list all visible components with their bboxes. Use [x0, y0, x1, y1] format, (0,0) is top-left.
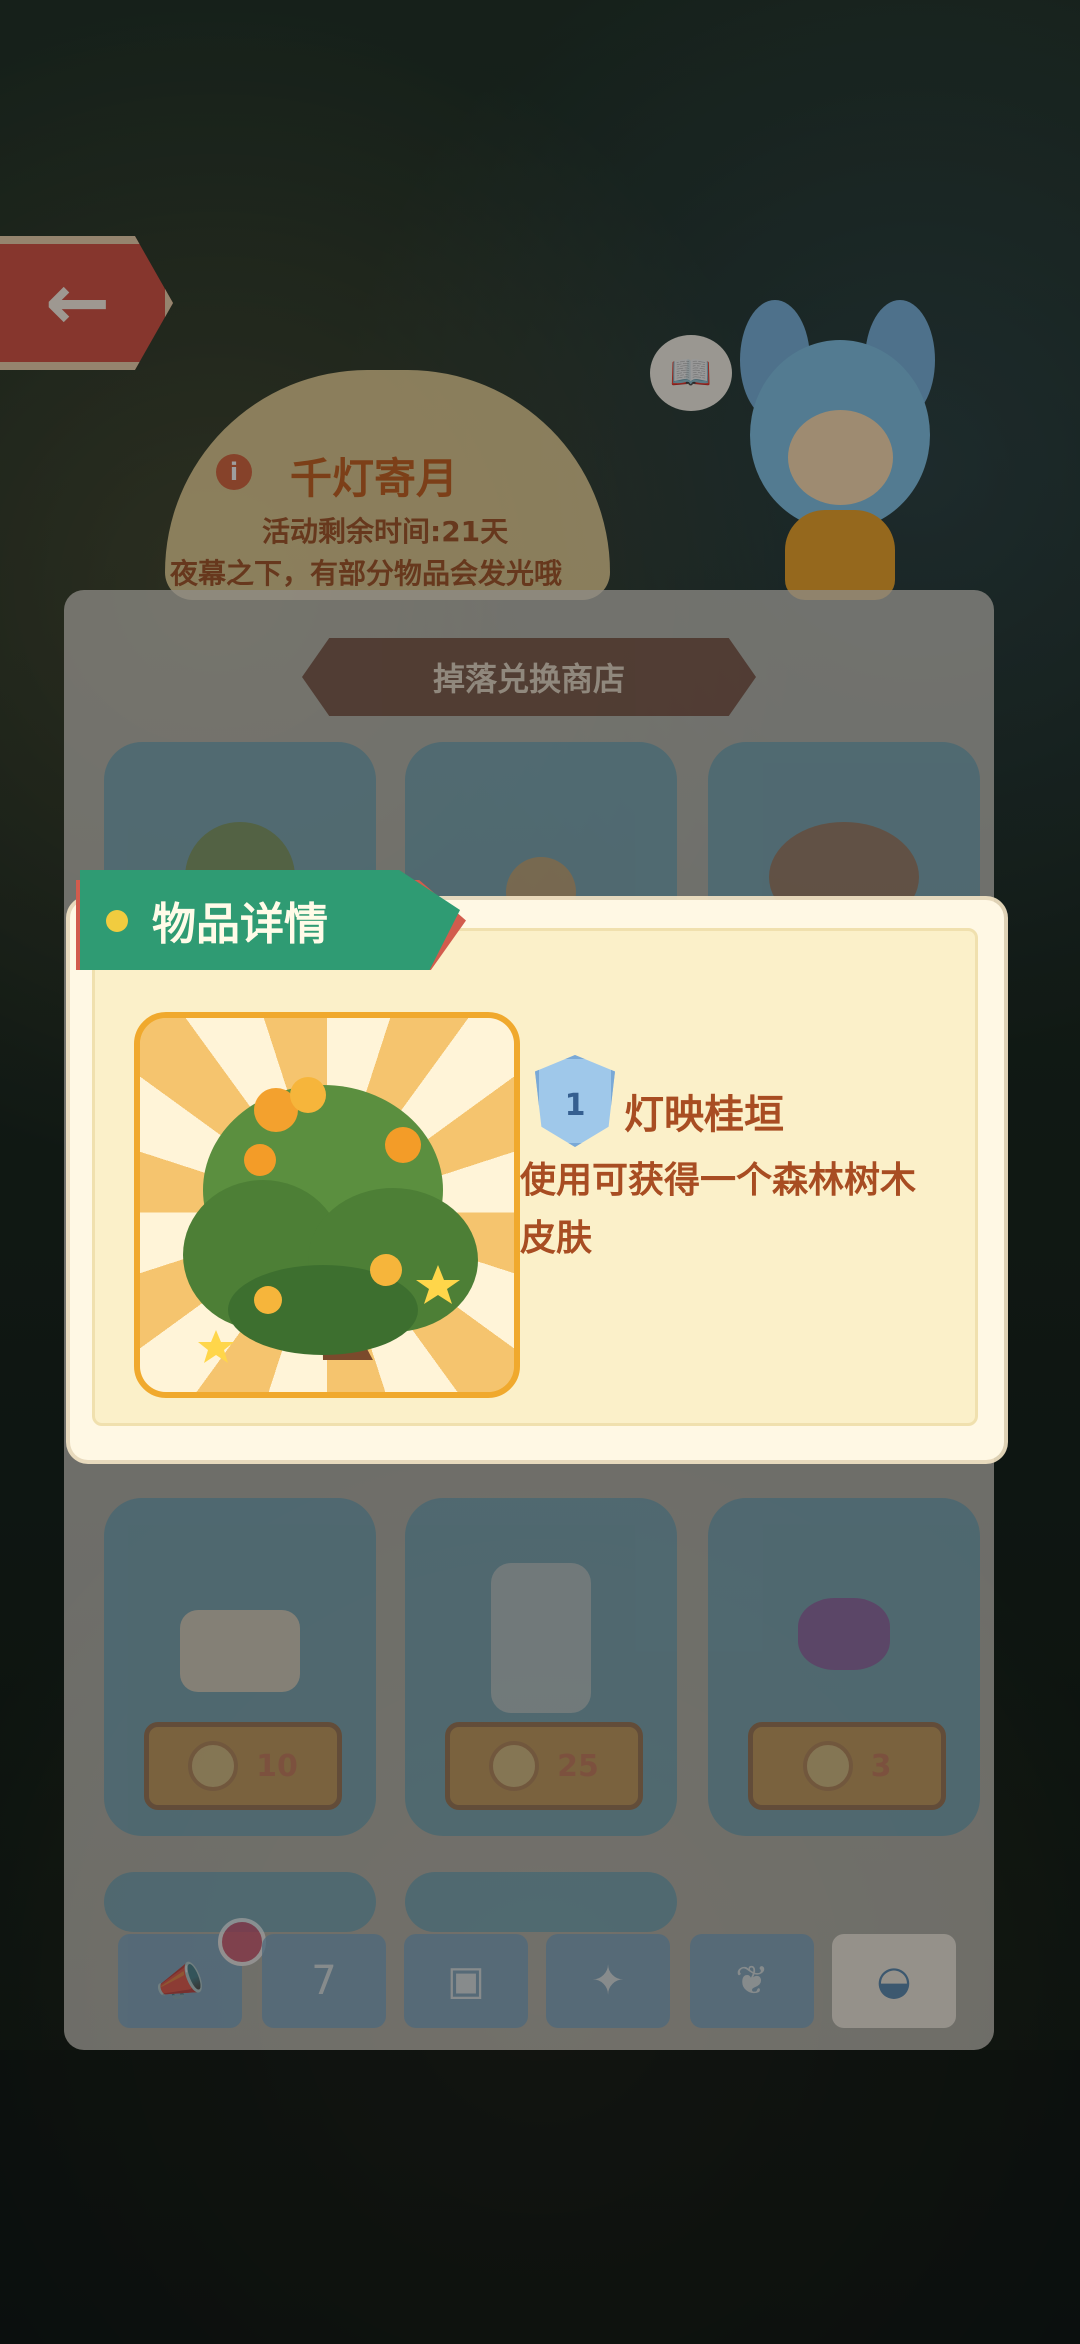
item-description: 使用可获得一个森林树木皮肤 — [520, 1160, 917, 1259]
header-dot-icon — [106, 910, 128, 932]
popup-title: 物品详情 — [152, 899, 328, 950]
popup-header: 物品详情 — [80, 870, 460, 970]
tree-icon — [183, 1077, 478, 1363]
item-image-frame — [134, 1012, 520, 1398]
item-name: 灯映桂垣 — [624, 1092, 784, 1138]
